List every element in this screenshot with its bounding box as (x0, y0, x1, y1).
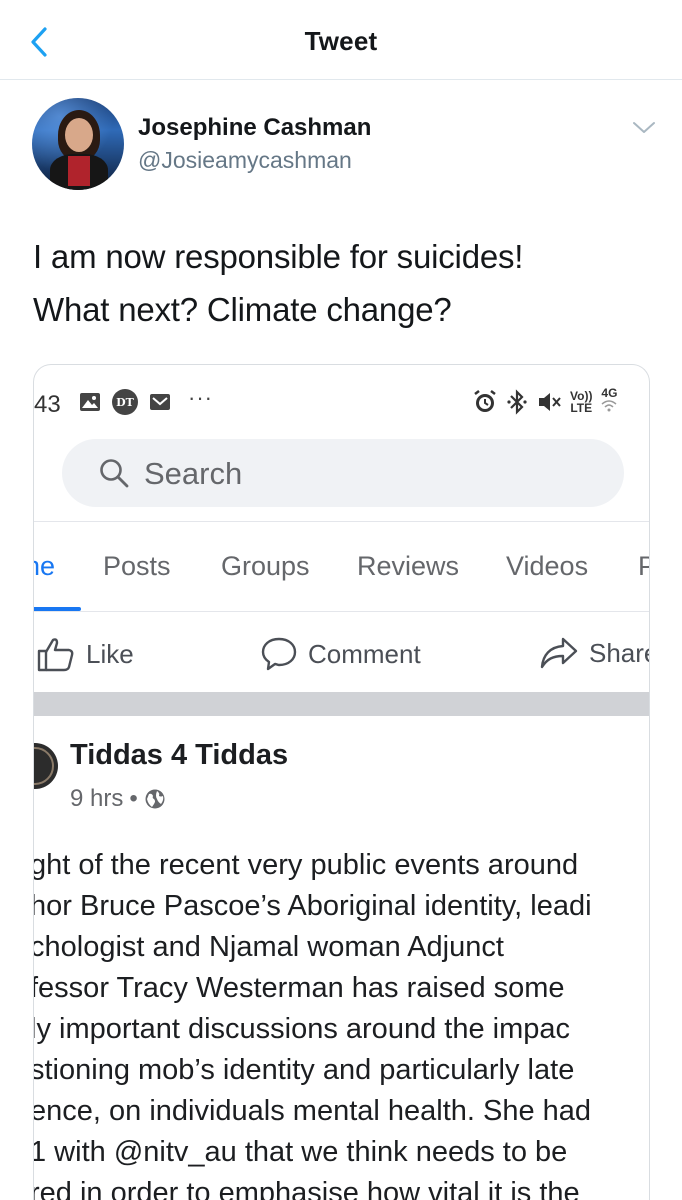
tweet-text-line: What next? Climate change? (33, 291, 452, 328)
bluetooth-icon (507, 389, 527, 415)
share-label: Share (589, 637, 649, 668)
post-body: ght of the recent very public events aro… (33, 845, 649, 1200)
volte-icon: Vo)) LTE (570, 389, 593, 415)
comment-button[interactable]: Comment (260, 636, 421, 672)
globe-icon (145, 789, 165, 809)
post-body-line: fessor Tracy Westerman has raised some (33, 972, 565, 1004)
tab-groups[interactable]: Groups (221, 551, 310, 582)
tab-videos[interactable]: Videos (506, 551, 588, 582)
author-name[interactable]: Josephine Cashman (138, 114, 371, 142)
post-body-line: chologist and Njamal woman Adjunct (33, 931, 504, 963)
status-bar-left-icons: DT ··· (78, 385, 213, 415)
dt-icon: DT (112, 389, 138, 415)
tab-home[interactable]: ne (34, 551, 55, 582)
tab-posts[interactable]: Posts (103, 551, 171, 582)
section-separator (34, 692, 649, 716)
author-handle[interactable]: @Josieamycashman (138, 147, 352, 174)
comment-icon (261, 637, 297, 671)
post-body-line: ly important discussions around the impa… (33, 1013, 570, 1045)
meta-separator: • (129, 785, 138, 812)
post-body-line: 1 with @nitv_au that we think needs to b… (33, 1136, 568, 1168)
page-avatar[interactable] (34, 743, 58, 789)
search-placeholder: Search (144, 456, 243, 491)
tab-more[interactable]: P (638, 551, 649, 582)
tweet-text-line: I am now responsible for suicides! (33, 238, 524, 275)
post-body-line: red in order to emphasise how vital it i… (33, 1177, 580, 1200)
image-icon (78, 390, 102, 414)
share-button[interactable]: Share (539, 636, 649, 670)
page-tabs: ne Posts Groups Reviews Videos P (34, 521, 649, 611)
post-body-line: stioning mob’s identity and particularly… (33, 1054, 575, 1086)
post-body-line: hor Bruce Pascoe’s Aboriginal identity, … (33, 890, 592, 922)
post-meta: 9 hrs • (70, 785, 166, 813)
tweet-media-image[interactable]: 43 DT ··· Vo)) LTE 4G Search e Posts Gro… (33, 364, 650, 1200)
comment-label: Comment (308, 638, 421, 669)
search-input[interactable]: Search (62, 439, 624, 507)
more-dots-icon: ··· (188, 385, 213, 410)
like-button[interactable]: Like (36, 636, 134, 672)
chevron-down-icon[interactable] (630, 118, 658, 138)
share-icon (540, 637, 578, 669)
page-title: Tweet (304, 26, 378, 56)
top-nav-bar: Tweet (0, 0, 682, 80)
author-avatar[interactable] (32, 98, 124, 190)
thumbs-up-icon (37, 638, 74, 672)
like-label: Like (86, 638, 134, 669)
post-time[interactable]: 9 hrs (70, 785, 123, 813)
page-actions: Like Comment Share (34, 612, 649, 692)
tab-reviews[interactable]: Reviews (357, 551, 459, 582)
post-page-name[interactable]: Tiddas 4 Tiddas (70, 739, 288, 772)
post-body-line: ght of the recent very public events aro… (33, 849, 579, 881)
mail-icon (148, 390, 172, 414)
post-body-line: ence, on individuals mental health. She … (33, 1095, 592, 1127)
4g-signal-icon: 4G (600, 387, 618, 417)
alarm-icon (474, 390, 496, 412)
status-bar-time: 43 (34, 391, 61, 418)
search-icon (100, 459, 129, 488)
tweet-text: I am now responsible for suicides! What … (33, 230, 653, 336)
status-bar-right-icons: Vo)) LTE 4G (472, 387, 618, 417)
mute-icon (539, 393, 561, 411)
